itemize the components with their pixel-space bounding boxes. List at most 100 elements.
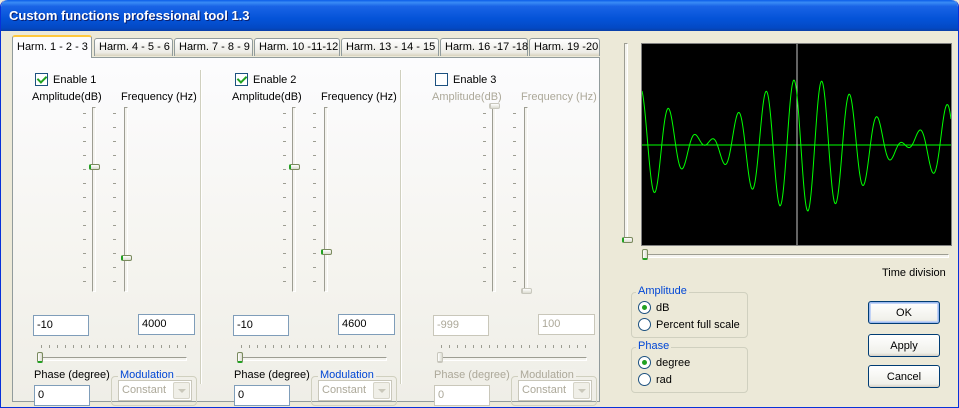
frequency-input[interactable]: 4000	[138, 314, 195, 335]
tab-harm-16-17-18[interactable]: Harm. 16 -17 -18	[440, 38, 528, 56]
tab-label: Harm. 10 -11-12	[259, 41, 339, 53]
modulation-value: Constant	[522, 384, 567, 396]
phase-track[interactable]	[437, 357, 587, 361]
harmonic-group-2: Enable 2 Amplitude(dB) Frequency (Hz) -10 46…	[213, 70, 409, 406]
tab-label: Harm. 16 -17 -18	[445, 41, 529, 53]
phase-label: Phase (degree)	[434, 369, 510, 381]
frequency-ticks	[513, 107, 517, 292]
tab-harm-13-14-15[interactable]: Harm. 13 - 14 - 15	[341, 38, 439, 56]
harmonic-group-1: Enable 1 Amplitude(dB) Frequency (Hz) -10 40…	[13, 70, 209, 406]
enable-checkbox-1[interactable]: Enable 1	[35, 73, 96, 86]
phase-slider[interactable]	[37, 352, 43, 363]
amplitude-input[interactable]: -999	[433, 315, 489, 336]
apply-button[interactable]: Apply	[868, 334, 940, 357]
phase-slider[interactable]	[437, 352, 443, 363]
radio-degree-indicator[interactable]	[638, 356, 651, 369]
modulation-select[interactable]: Constant	[118, 380, 192, 401]
window-title: Custom functions professional tool 1.3	[9, 8, 250, 23]
radio-degree[interactable]: degree	[638, 356, 690, 369]
amplitude-ticks	[483, 107, 487, 292]
dialog-body: Harm. 1 - 2 - 3 Harm. 4 - 5 - 6 Harm. 7 …	[4, 31, 955, 406]
radio-rad[interactable]: rad	[638, 373, 672, 386]
modulation-box: Modulation Constant	[511, 369, 597, 406]
modulation-value: Constant	[322, 384, 367, 396]
tab-label: Harm. 19 -20	[534, 41, 599, 53]
phase-ticks	[441, 345, 591, 349]
frequency-ticks	[113, 107, 117, 292]
scope-vertical-track[interactable]	[624, 43, 628, 243]
phase-track[interactable]	[37, 357, 187, 361]
tab-harm-10-11-12[interactable]: Harm. 10 -11-12	[254, 38, 340, 56]
frequency-label: Frequency (Hz)	[121, 91, 197, 103]
modulation-select[interactable]: Constant	[518, 380, 592, 401]
phase-group-legend: Phase	[636, 340, 672, 352]
modulation-select[interactable]: Constant	[318, 380, 392, 401]
modulation-box: Modulation Constant	[111, 369, 197, 406]
amplitude-slider[interactable]	[289, 164, 300, 170]
frequency-label: Frequency (Hz)	[521, 91, 597, 103]
frequency-track[interactable]	[524, 107, 528, 292]
phase-ticks	[41, 345, 191, 349]
chevron-down-icon[interactable]	[573, 382, 590, 399]
enable-label: Enable 1	[53, 73, 97, 86]
phase-slider[interactable]	[237, 352, 243, 363]
radio-percent-indicator[interactable]	[638, 318, 651, 331]
phase-input[interactable]: 0	[234, 385, 290, 406]
main-window: Custom functions professional tool 1.3 H…	[0, 0, 959, 408]
amplitude-ticks	[83, 107, 87, 292]
time-division-track[interactable]	[644, 254, 949, 258]
frequency-slider[interactable]	[521, 288, 532, 294]
enable-checkbox-3[interactable]: Enable 3	[435, 73, 496, 86]
amplitude-input[interactable]: -10	[33, 315, 89, 336]
enable-checkbox-2[interactable]: Enable 2	[235, 73, 296, 86]
amplitude-slider[interactable]	[89, 164, 100, 170]
title-bar[interactable]: Custom functions professional tool 1.3	[1, 0, 958, 31]
cancel-button[interactable]: Cancel	[868, 365, 940, 388]
frequency-slider[interactable]	[121, 255, 132, 261]
phase-input[interactable]: 0	[434, 385, 490, 406]
frequency-input[interactable]: 4600	[338, 314, 395, 335]
radio-rad-label: rad	[656, 373, 672, 386]
chevron-down-icon[interactable]	[373, 382, 390, 399]
amplitude-input[interactable]: -10	[233, 315, 289, 336]
tab-label: Harm. 13 - 14 - 15	[346, 41, 436, 53]
phase-track[interactable]	[237, 357, 387, 361]
time-division-label: Time division	[882, 267, 946, 279]
frequency-track[interactable]	[124, 107, 128, 292]
amplitude-slider[interactable]	[489, 103, 500, 109]
radio-db[interactable]: dB	[638, 301, 669, 314]
radio-percent-label: Percent full scale	[656, 318, 740, 331]
enable-label: Enable 2	[253, 73, 297, 86]
tab-harm-7-8-9[interactable]: Harm. 7 - 8 - 9	[174, 38, 253, 56]
radio-db-label: dB	[656, 301, 670, 314]
phase-input[interactable]: 0	[34, 385, 90, 406]
tab-label: Harm. 4 - 5 - 6	[99, 41, 170, 53]
ok-button[interactable]: OK	[868, 301, 940, 324]
enable-checkbox-box[interactable]	[435, 73, 448, 86]
radio-db-indicator[interactable]	[638, 301, 651, 314]
frequency-track[interactable]	[324, 107, 328, 292]
modulation-box: Modulation Constant	[311, 369, 397, 406]
amplitude-group: Amplitude dB Percent full scale	[631, 285, 748, 338]
radio-percent-full-scale[interactable]: Percent full scale	[638, 318, 740, 331]
tab-label: Harm. 7 - 8 - 9	[179, 41, 250, 53]
amplitude-label: Amplitude(dB)	[432, 91, 502, 103]
amplitude-track[interactable]	[92, 107, 96, 292]
frequency-slider[interactable]	[321, 249, 332, 255]
frequency-ticks	[313, 107, 317, 292]
radio-rad-indicator[interactable]	[638, 373, 651, 386]
amplitude-track[interactable]	[292, 107, 296, 292]
chevron-down-icon[interactable]	[173, 382, 190, 399]
tab-harm-1-2-3[interactable]: Harm. 1 - 2 - 3	[12, 35, 92, 58]
time-division-slider[interactable]	[642, 249, 648, 260]
scope-vertical-slider[interactable]	[622, 237, 633, 243]
tab-harm-4-5-6[interactable]: Harm. 4 - 5 - 6	[94, 38, 173, 56]
phase-label: Phase (degree)	[34, 369, 110, 381]
amplitude-track[interactable]	[492, 107, 496, 292]
waveform-plot	[642, 44, 951, 245]
tab-harm-19-20[interactable]: Harm. 19 -20	[529, 38, 600, 56]
enable-checkbox-box[interactable]	[35, 73, 48, 86]
frequency-input[interactable]: 100	[538, 314, 595, 335]
enable-checkbox-box[interactable]	[235, 73, 248, 86]
radio-degree-label: degree	[656, 356, 691, 369]
